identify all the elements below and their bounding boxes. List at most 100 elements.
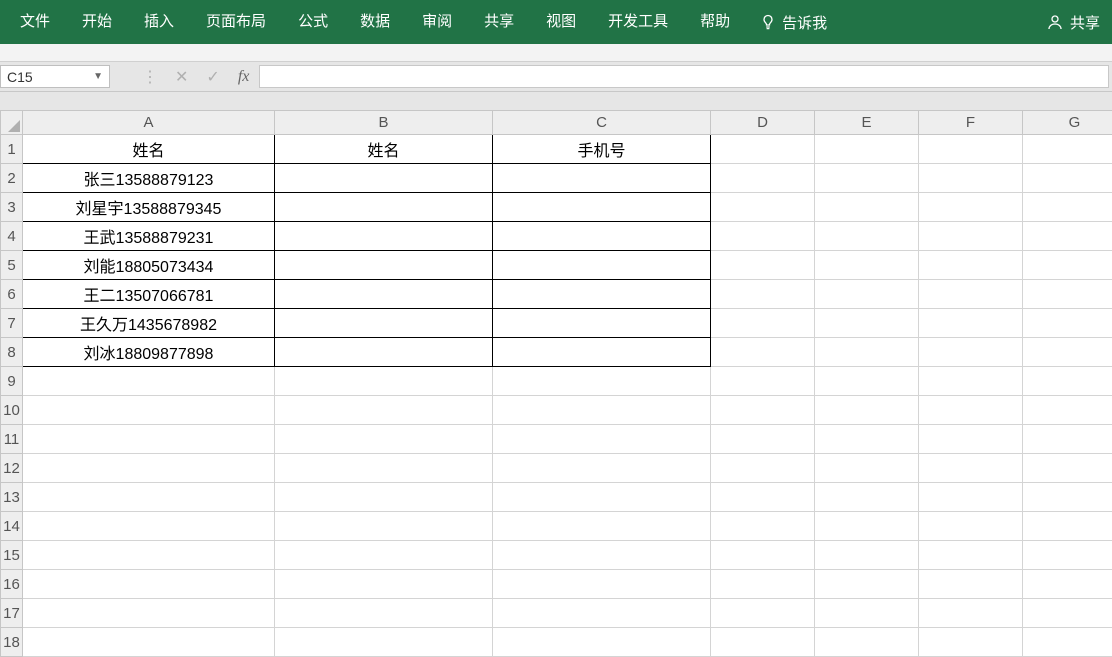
col-header-D[interactable]: D	[711, 111, 815, 135]
cell[interactable]	[493, 570, 711, 599]
cell[interactable]	[23, 599, 275, 628]
cell[interactable]	[493, 483, 711, 512]
cell[interactable]: 姓名	[23, 135, 275, 164]
cell[interactable]: 手机号	[493, 135, 711, 164]
cell[interactable]	[275, 309, 493, 338]
cell[interactable]	[23, 396, 275, 425]
cell[interactable]	[275, 541, 493, 570]
col-header-A[interactable]: A	[23, 111, 275, 135]
name-box-dropdown-icon[interactable]: ▼	[93, 71, 103, 82]
cell[interactable]	[919, 628, 1023, 657]
cell[interactable]	[711, 512, 815, 541]
cell[interactable]	[275, 483, 493, 512]
row-header[interactable]: 8	[1, 338, 23, 367]
cell[interactable]	[815, 164, 919, 193]
cell[interactable]	[1023, 251, 1112, 280]
row-header[interactable]: 1	[1, 135, 23, 164]
name-box[interactable]: C15 ▼	[0, 65, 110, 88]
cell[interactable]: 姓名	[275, 135, 493, 164]
cell[interactable]	[275, 425, 493, 454]
col-header-F[interactable]: F	[919, 111, 1023, 135]
cell[interactable]	[919, 512, 1023, 541]
cell[interactable]	[275, 367, 493, 396]
cell[interactable]	[919, 425, 1023, 454]
cell[interactable]	[23, 425, 275, 454]
cell[interactable]	[711, 425, 815, 454]
cell[interactable]	[23, 570, 275, 599]
cell[interactable]	[815, 309, 919, 338]
cell[interactable]	[23, 454, 275, 483]
row-header[interactable]: 3	[1, 193, 23, 222]
cell[interactable]	[275, 396, 493, 425]
row-header[interactable]: 9	[1, 367, 23, 396]
spreadsheet-grid[interactable]: A B C D E F G 1姓名姓名手机号2张三135888791233刘星宇…	[0, 110, 1112, 657]
cell[interactable]	[493, 309, 711, 338]
cell[interactable]	[275, 599, 493, 628]
col-header-G[interactable]: G	[1023, 111, 1112, 135]
cell[interactable]	[711, 483, 815, 512]
select-all-corner[interactable]	[1, 111, 23, 135]
cell[interactable]	[919, 280, 1023, 309]
cell[interactable]	[23, 541, 275, 570]
cell[interactable]	[711, 309, 815, 338]
row-header[interactable]: 13	[1, 483, 23, 512]
ribbon-tab-review[interactable]: 审阅	[406, 0, 468, 44]
ribbon-tab-data[interactable]: 数据	[344, 0, 406, 44]
cell[interactable]	[919, 396, 1023, 425]
cell[interactable]	[493, 367, 711, 396]
cell[interactable]	[275, 338, 493, 367]
cell[interactable]	[919, 454, 1023, 483]
cell[interactable]	[275, 570, 493, 599]
cell[interactable]: 刘能18805073434	[23, 251, 275, 280]
cell[interactable]	[493, 541, 711, 570]
ribbon-tab-help[interactable]: 帮助	[684, 0, 746, 44]
cell[interactable]	[1023, 454, 1112, 483]
cell[interactable]	[711, 541, 815, 570]
cell[interactable]: 王久万1435678982	[23, 309, 275, 338]
cell[interactable]	[815, 367, 919, 396]
cell[interactable]	[711, 628, 815, 657]
cell[interactable]	[493, 599, 711, 628]
row-header[interactable]: 4	[1, 222, 23, 251]
cell[interactable]	[23, 628, 275, 657]
cell[interactable]	[711, 251, 815, 280]
cell[interactable]	[815, 454, 919, 483]
cell[interactable]	[1023, 628, 1112, 657]
cell[interactable]	[815, 483, 919, 512]
cell[interactable]	[23, 483, 275, 512]
cell[interactable]	[1023, 164, 1112, 193]
cell[interactable]: 刘星宇13588879345	[23, 193, 275, 222]
cell[interactable]	[919, 367, 1023, 396]
fx-button[interactable]: fx	[238, 68, 250, 86]
cell[interactable]	[493, 280, 711, 309]
cell[interactable]	[711, 135, 815, 164]
tell-me-button[interactable]: 告诉我	[746, 12, 841, 33]
cell[interactable]	[919, 309, 1023, 338]
cell[interactable]	[815, 628, 919, 657]
cell[interactable]	[711, 570, 815, 599]
cell[interactable]	[275, 193, 493, 222]
cell[interactable]: 张三13588879123	[23, 164, 275, 193]
cell[interactable]	[1023, 280, 1112, 309]
cell[interactable]	[919, 251, 1023, 280]
ribbon-tab-file[interactable]: 文件	[4, 0, 66, 44]
cell[interactable]	[711, 338, 815, 367]
cell[interactable]	[1023, 135, 1112, 164]
cell[interactable]	[1023, 222, 1112, 251]
cell[interactable]	[493, 251, 711, 280]
cell[interactable]	[493, 396, 711, 425]
cell[interactable]	[1023, 193, 1112, 222]
cell[interactable]	[1023, 338, 1112, 367]
cell[interactable]	[711, 222, 815, 251]
row-header[interactable]: 10	[1, 396, 23, 425]
cell[interactable]	[815, 512, 919, 541]
cell[interactable]	[711, 280, 815, 309]
ribbon-tab-devtools[interactable]: 开发工具	[592, 0, 684, 44]
cell[interactable]	[275, 251, 493, 280]
cell[interactable]	[919, 483, 1023, 512]
ribbon-tab-home[interactable]: 开始	[66, 0, 128, 44]
cell[interactable]	[711, 193, 815, 222]
cell[interactable]	[815, 396, 919, 425]
row-header[interactable]: 15	[1, 541, 23, 570]
cell[interactable]	[1023, 541, 1112, 570]
